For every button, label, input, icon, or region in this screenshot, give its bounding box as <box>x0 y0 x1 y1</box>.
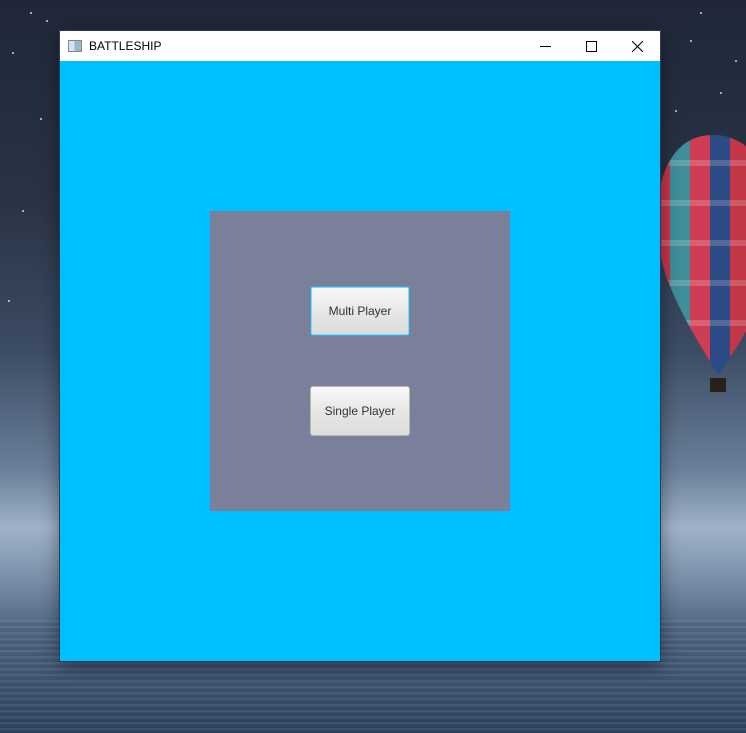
hot-air-balloon-image <box>657 135 746 392</box>
minimize-icon <box>539 45 551 47</box>
title-bar[interactable]: BATTLESHIP <box>60 31 660 61</box>
maximize-button[interactable] <box>568 31 614 61</box>
minimize-button[interactable] <box>522 31 568 61</box>
maximize-icon <box>585 40 597 52</box>
star <box>40 118 42 120</box>
star <box>8 300 10 302</box>
star <box>30 12 32 14</box>
star <box>720 92 722 94</box>
star <box>46 20 48 22</box>
close-button[interactable] <box>614 31 660 61</box>
app-icon <box>68 40 82 52</box>
game-mode-panel: Multi Player Single Player <box>210 211 510 511</box>
star <box>690 40 692 42</box>
window-controls <box>522 31 660 61</box>
window-title: BATTLESHIP <box>89 39 162 53</box>
star <box>735 60 737 62</box>
star <box>22 210 24 212</box>
star <box>675 110 677 112</box>
star <box>12 52 14 54</box>
single-player-button[interactable]: Single Player <box>310 386 410 436</box>
close-icon <box>631 40 643 52</box>
multi-player-button[interactable]: Multi Player <box>310 286 410 336</box>
star <box>700 12 702 14</box>
window-content: Multi Player Single Player <box>60 61 660 661</box>
battleship-window: BATTLESHIP Multi Player Single Player <box>60 31 660 661</box>
